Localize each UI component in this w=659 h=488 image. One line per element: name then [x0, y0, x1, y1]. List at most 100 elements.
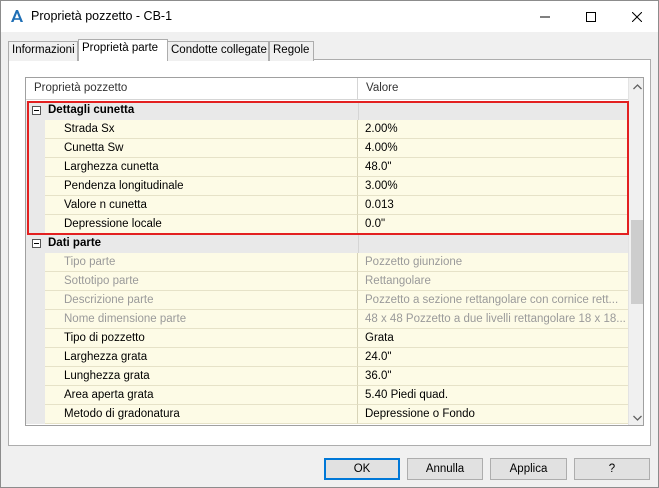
row-indent — [26, 367, 45, 386]
column-divider[interactable] — [357, 78, 358, 100]
row-indent — [26, 348, 45, 367]
app-logo-icon — [9, 8, 25, 24]
tab-label: Condotte collegate — [171, 44, 267, 56]
tab-label: Proprietà parte — [82, 42, 159, 54]
tab-regole[interactable]: Regole — [269, 41, 314, 61]
category-row-dati-parte[interactable]: Dati parte — [26, 234, 628, 253]
help-button[interactable]: ? — [574, 458, 650, 480]
property-value[interactable]: 0.013 — [358, 196, 628, 215]
properties-dialog: Proprietà pozzetto - CB-1 Informazioni P… — [0, 0, 659, 488]
property-row[interactable]: Depressione locale 0.0" — [26, 215, 628, 234]
property-value[interactable]: Depressione o Fondo — [358, 405, 628, 424]
property-value[interactable]: 4.00% — [358, 139, 628, 158]
row-indent — [26, 405, 45, 424]
maximize-button[interactable] — [568, 1, 614, 32]
category-label: Dettagli cunetta — [26, 101, 628, 120]
minimize-button[interactable] — [522, 1, 568, 32]
property-name: Pendenza longitudinale — [45, 177, 358, 196]
vertical-scrollbar[interactable] — [628, 78, 643, 425]
property-value: Pozzetto a sezione rettangolare con corn… — [358, 291, 628, 310]
property-row[interactable]: Tipo di pozzetto Grata — [26, 329, 628, 348]
row-indent — [26, 215, 45, 234]
property-row[interactable]: Lunghezza grata 36.0" — [26, 367, 628, 386]
property-row: Tipo parte Pozzetto giunzione — [26, 253, 628, 272]
property-name: Lunghezza grata — [45, 367, 358, 386]
tab-informazioni[interactable]: Informazioni — [8, 41, 78, 61]
property-row[interactable]: Area aperta grata 5.40 Piedi quad. — [26, 386, 628, 405]
property-name: Descrizione parte — [45, 291, 358, 310]
property-name: Larghezza cunetta — [45, 158, 358, 177]
property-value[interactable]: 3.00% — [358, 177, 628, 196]
grid-header: Proprietà pozzetto Valore — [26, 78, 628, 100]
property-row[interactable]: Metodo di gradonatura Depressione o Fondo — [26, 405, 628, 424]
property-name: Area aperta grata — [45, 386, 358, 405]
property-name: Larghezza grata — [45, 348, 358, 367]
title-bar: Proprietà pozzetto - CB-1 — [1, 1, 658, 32]
row-indent — [26, 272, 45, 291]
ok-button[interactable]: OK — [324, 458, 400, 480]
row-indent — [26, 120, 45, 139]
scroll-down-button[interactable] — [629, 409, 643, 425]
property-value[interactable]: Grata — [358, 329, 628, 348]
property-value[interactable]: 36.0" — [358, 367, 628, 386]
property-row: Descrizione parte Pozzetto a sezione rett… — [26, 291, 628, 310]
minimize-icon — [540, 16, 550, 17]
property-name: Nome dimensione parte — [45, 310, 358, 329]
property-name: Metodo di gradonatura — [45, 405, 358, 424]
close-icon — [632, 11, 642, 22]
property-row[interactable]: Cunetta Sw 4.00% — [26, 139, 628, 158]
category-label: Dati parte — [26, 234, 628, 253]
tab-label: Informazioni — [12, 44, 75, 56]
property-row[interactable]: Larghezza grata 24.0" — [26, 348, 628, 367]
row-indent — [26, 253, 45, 272]
property-name: Cunetta Sw — [45, 139, 358, 158]
tab-label: Regole — [273, 44, 310, 56]
property-value[interactable]: 0.0" — [358, 215, 628, 234]
property-name: Tipo di pozzetto — [45, 329, 358, 348]
property-value: Rettangolare — [358, 272, 628, 291]
property-value[interactable]: 24.0" — [358, 348, 628, 367]
column-header-value[interactable]: Valore — [366, 82, 398, 94]
cell-divider — [358, 234, 359, 253]
row-indent — [26, 310, 45, 329]
row-indent — [26, 177, 45, 196]
close-button[interactable] — [614, 1, 659, 32]
column-header-property[interactable]: Proprietà pozzetto — [34, 82, 127, 94]
property-name: Tipo parte — [45, 253, 358, 272]
row-indent — [26, 196, 45, 215]
apply-button[interactable]: Applica — [490, 458, 567, 480]
property-row[interactable]: Strada Sx 2.00% — [26, 120, 628, 139]
row-indent — [26, 139, 45, 158]
window-title: Proprietà pozzetto - CB-1 — [31, 9, 173, 23]
row-indent — [26, 329, 45, 348]
tab-proprieta-parte[interactable]: Proprietà parte — [78, 39, 168, 61]
tab-bar: Informazioni Proprietà parte Condotte co… — [8, 39, 648, 61]
tab-condotte-collegate[interactable]: Condotte collegate — [167, 41, 269, 61]
category-row-dettagli-cunetta[interactable]: Dettagli cunetta — [26, 101, 628, 120]
property-row[interactable]: Larghezza cunetta 48.0" — [26, 158, 628, 177]
property-row: Sottotipo parte Rettangolare — [26, 272, 628, 291]
cancel-button[interactable]: Annulla — [407, 458, 483, 480]
row-indent — [26, 386, 45, 405]
property-value[interactable]: 2.00% — [358, 120, 628, 139]
property-row[interactable]: Pendenza longitudinale 3.00% — [26, 177, 628, 196]
property-name: Depressione locale — [45, 215, 358, 234]
maximize-icon — [586, 11, 596, 22]
row-indent — [26, 158, 45, 177]
property-value: 48 x 48 Pozzetto a due livelli rettangol… — [358, 310, 628, 329]
property-name: Strada Sx — [45, 120, 358, 139]
cell-divider — [358, 101, 359, 120]
property-value[interactable]: 5.40 Piedi quad. — [358, 386, 628, 405]
collapse-icon[interactable] — [32, 106, 41, 115]
scroll-up-button[interactable] — [629, 78, 643, 95]
property-name: Sottotipo parte — [45, 272, 358, 291]
property-grid: Proprietà pozzetto Valore Dettagli cunet… — [25, 77, 644, 426]
property-value: Pozzetto giunzione — [358, 253, 628, 272]
collapse-icon[interactable] — [32, 239, 41, 248]
chevron-down-icon — [633, 415, 642, 421]
scroll-thumb[interactable] — [631, 220, 643, 304]
property-row[interactable]: Valore n cunetta 0.013 — [26, 196, 628, 215]
property-value[interactable]: 48.0" — [358, 158, 628, 177]
property-row: Nome dimensione parte 48 x 48 Pozzetto a … — [26, 310, 628, 329]
property-name: Valore n cunetta — [45, 196, 358, 215]
